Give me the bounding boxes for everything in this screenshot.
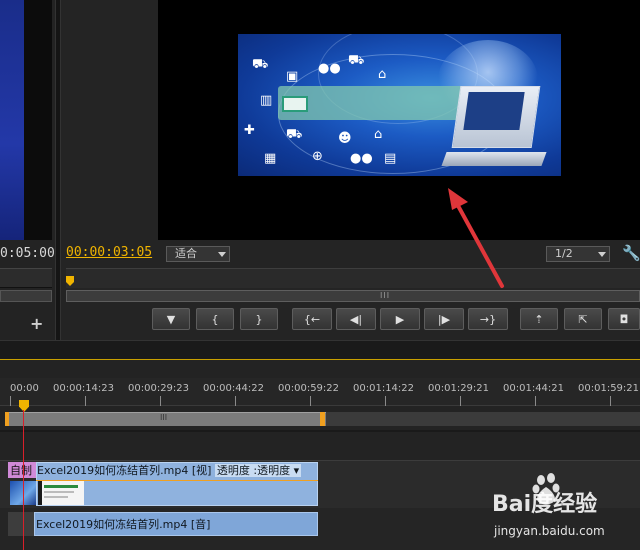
thumbnail-detail — [44, 496, 68, 498]
people-icon: ●● — [350, 151, 373, 166]
play-icon: ▶ — [395, 312, 405, 326]
ruler-tick-label: 00:01:14:22 — [353, 383, 415, 394]
audio-track-gap — [8, 512, 34, 536]
ruler-tick-label: 00:00:59:22 — [278, 383, 340, 394]
cart-icon: ⛟ — [348, 53, 365, 68]
thumbnail-detail — [44, 491, 74, 493]
source-time-ruler[interactable] — [0, 268, 52, 288]
city-icon: ▤ — [384, 151, 397, 166]
go-to-in-icon: {← — [303, 312, 321, 326]
step-forward-icon: |▶ — [437, 312, 451, 326]
delivery-icon: ⛟ — [252, 57, 269, 72]
extract-button[interactable]: ⇱ — [564, 308, 602, 330]
keyboard-graphic — [441, 152, 547, 166]
go-to-out-icon: →} — [479, 312, 497, 326]
source-preview-border — [24, 0, 52, 240]
work-area-start-handle[interactable] — [5, 412, 9, 426]
ruler-tick — [160, 396, 161, 406]
building-icon: ▥ — [260, 93, 273, 108]
ruler-tick — [610, 396, 611, 406]
work-area-end-handle[interactable] — [320, 412, 325, 426]
ruler-tick — [535, 396, 536, 406]
thumbnail-detail — [44, 485, 78, 488]
source-timecode[interactable]: 0:05:00 — [0, 246, 55, 261]
marker-icon: ▼ — [166, 312, 176, 326]
ruler-tick-label: 00:00:14:23 — [53, 383, 115, 394]
camera-icon: ◘ — [619, 312, 629, 326]
video-frame: ⛟ ▣ ●● ⛟ ⌂ ▥ ✚ ⛟ ☻ ⌂ ▦ ⊕ ●● ▤ — [238, 34, 561, 176]
ruler-tick — [85, 396, 86, 406]
people-icon: ●● — [318, 61, 341, 76]
source-scrollbar[interactable] — [0, 290, 52, 302]
scrollbar-grip[interactable]: III — [380, 291, 390, 300]
chevron-down-icon — [218, 252, 226, 257]
work-area-empty — [326, 412, 640, 426]
go-to-in-button[interactable]: {← — [292, 308, 332, 330]
program-timecode[interactable]: 00:00:03:05 — [66, 245, 152, 260]
lift-icon: ⇡ — [534, 312, 544, 326]
gift-icon: ✚ — [244, 123, 255, 138]
mark-in-icon: { — [211, 312, 219, 326]
panel-divider-horizontal[interactable] — [0, 340, 640, 360]
play-button[interactable]: ▶ — [380, 308, 420, 330]
watermark-url: jingyan.baidu.com — [494, 524, 605, 538]
program-scrollbar[interactable] — [66, 290, 640, 302]
program-time-ruler[interactable] — [66, 268, 640, 288]
step-forward-button[interactable]: |▶ — [424, 308, 464, 330]
track-separator — [0, 430, 640, 432]
resolution-select[interactable]: 1/2 — [546, 246, 610, 262]
resolution-select-value: 1/2 — [555, 247, 573, 260]
add-button[interactable]: + — [30, 314, 43, 333]
ruler-tick-label: 00:01:44:21 — [503, 383, 565, 394]
ruler-tick-label: 00:01:29:21 — [428, 383, 490, 394]
truck-icon: ⛟ — [286, 127, 303, 142]
ruler-tick — [10, 396, 11, 406]
source-preview — [0, 0, 24, 240]
effect-clip[interactable]: 自制 — [8, 462, 36, 478]
step-back-icon: ◀| — [349, 312, 363, 326]
computer-screen-graphic — [463, 92, 525, 130]
fit-select-value: 适合 — [175, 247, 197, 260]
ruler-tick-label: 00:00:29:23 — [128, 383, 190, 394]
export-frame-button[interactable]: ◘ — [608, 308, 640, 330]
video-clip-label: Excel2019如何冻结首列.mp4 [视] 透明度 :透明度 ▾ — [37, 462, 302, 478]
user-icon: ☻ — [338, 131, 352, 146]
opacity-effect-select[interactable]: 透明度 :透明度 ▾ — [214, 464, 302, 477]
chevron-down-icon — [598, 252, 606, 257]
mark-in-button[interactable]: { — [196, 308, 234, 330]
ruler-tick — [385, 396, 386, 406]
lift-button[interactable]: ⇡ — [520, 308, 558, 330]
audio-clip-label: Excel2019如何冻结首列.mp4 [音] — [36, 518, 211, 531]
ruler-tick — [460, 396, 461, 406]
factory-icon: ▦ — [264, 151, 277, 166]
extract-icon: ⇱ — [578, 312, 588, 326]
globe-icon: ⊕ — [312, 149, 323, 164]
fit-select[interactable]: 适合 — [166, 246, 230, 262]
annotation-arrow-icon — [448, 188, 504, 288]
video-clip-name: Excel2019如何冻结首列.mp4 [视] — [37, 464, 212, 477]
watermark-brand: Bai度经验 — [492, 492, 598, 517]
ruler-tick — [310, 396, 311, 406]
house-icon: ⌂ — [374, 127, 383, 142]
ruler-tick — [235, 396, 236, 406]
ruler-tick-label: 00:00 — [10, 383, 39, 394]
monitor-icon — [282, 96, 308, 112]
work-area-grip[interactable]: III — [160, 413, 167, 422]
wrench-icon[interactable]: 🔧 — [622, 244, 640, 262]
box-icon: ▣ — [286, 69, 299, 84]
go-to-out-button[interactable]: →} — [468, 308, 508, 330]
home-icon: ⌂ — [378, 67, 387, 82]
mark-out-icon: } — [255, 312, 263, 326]
timeline-playhead-line — [23, 410, 24, 550]
ruler-tick-label: 00:01:59:21 — [578, 383, 640, 394]
add-marker-button[interactable]: ▼ — [152, 308, 190, 330]
ruler-tick-label: 00:00:44:22 — [203, 383, 265, 394]
mark-out-button[interactable]: } — [240, 308, 278, 330]
step-back-button[interactable]: ◀| — [336, 308, 376, 330]
